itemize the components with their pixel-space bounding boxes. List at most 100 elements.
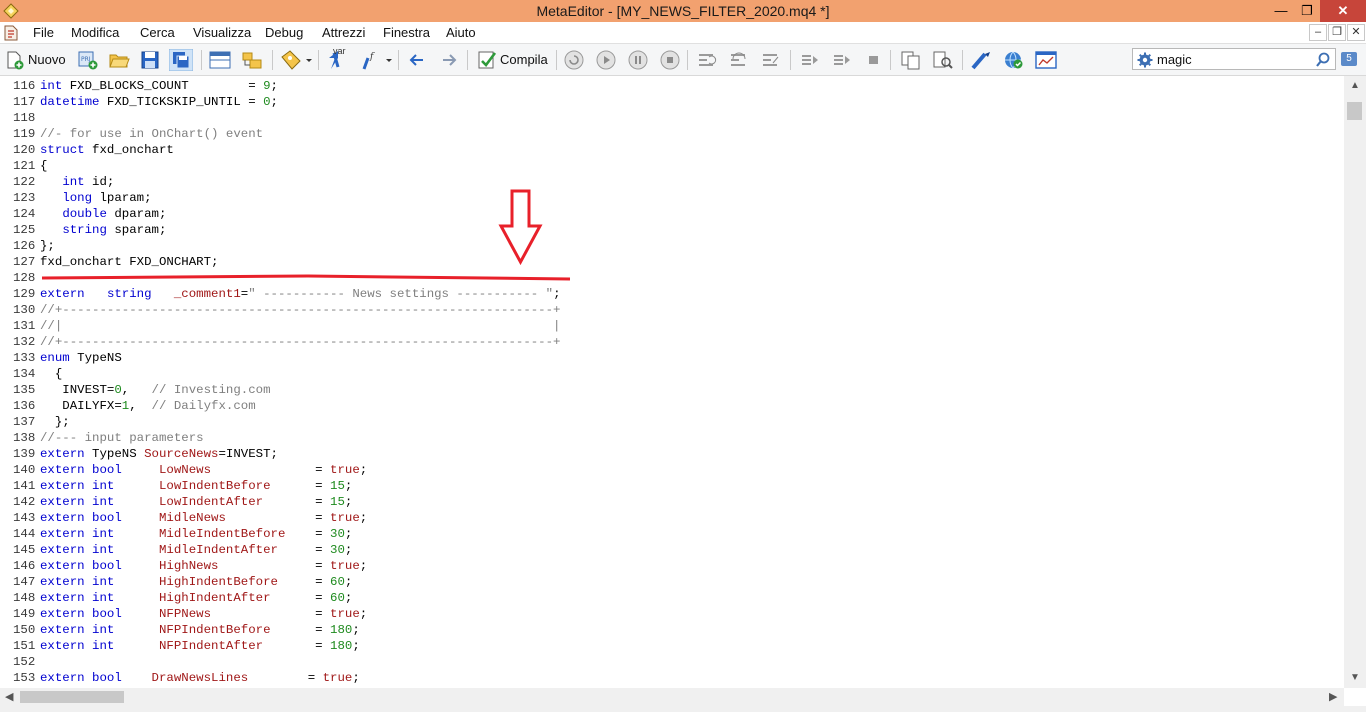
menu-cerca[interactable]: Cerca xyxy=(140,25,175,40)
toolbox-button[interactable] xyxy=(240,49,264,71)
code-line[interactable]: 126}; xyxy=(0,238,55,254)
compile-button-label[interactable]: Compila xyxy=(500,52,548,67)
code-line[interactable]: 141 extern int LowIndentBefore = 15; xyxy=(0,478,352,494)
remove-breakpoints-button[interactable] xyxy=(863,49,885,71)
start-debug-button[interactable] xyxy=(595,49,617,71)
code-line[interactable]: 144 extern int MidleIndentBefore = 30; xyxy=(0,526,352,542)
save-button[interactable] xyxy=(139,49,161,71)
mdi-minimize-button[interactable]: – xyxy=(1309,24,1327,41)
save-all-button[interactable] xyxy=(169,49,193,71)
code-line[interactable]: 136 DAILYFX=1, // Dailyfx.com xyxy=(0,398,256,414)
code-line[interactable]: 150 extern int NFPIndentBefore = 180; xyxy=(0,622,360,638)
terminal-button[interactable] xyxy=(1034,49,1058,71)
code-line[interactable]: 145 extern int MidleIndentAfter = 30; xyxy=(0,542,352,558)
code-line[interactable]: 116 int FXD_BLOCKS_COUNT = 9; xyxy=(0,78,278,94)
close-button[interactable]: ✕ xyxy=(1320,0,1366,22)
scroll-up-arrow-icon[interactable]: ▲ xyxy=(1350,80,1360,91)
code-line[interactable]: 128 xyxy=(0,270,40,286)
code-token: }; xyxy=(40,415,70,429)
scroll-down-arrow-icon[interactable]: ▼ xyxy=(1350,672,1360,683)
document-icon[interactable] xyxy=(4,25,18,41)
scroll-right-arrow-icon[interactable]: ▶ xyxy=(1329,690,1337,703)
pause-debug-button[interactable] xyxy=(627,49,649,71)
code-line[interactable]: 129 extern string _comment1=" -----------… xyxy=(0,286,561,302)
style-dropdown-button[interactable] xyxy=(279,49,313,71)
code-line[interactable]: 131 //| | xyxy=(0,318,561,334)
horizontal-scroll-thumb[interactable] xyxy=(20,691,124,703)
code-token: true xyxy=(322,671,353,685)
code-line[interactable]: 123 long lparam; xyxy=(0,190,152,206)
step-out-button[interactable] xyxy=(759,49,783,71)
code-line[interactable]: 152 xyxy=(0,654,40,670)
code-line[interactable]: 149 extern bool NFPNews = true; xyxy=(0,606,367,622)
code-token: extern bool xyxy=(40,463,122,477)
forward-button[interactable] xyxy=(439,49,459,71)
menu-attrezzi[interactable]: Attrezzi xyxy=(322,25,365,40)
add-watch-button[interactable] xyxy=(799,49,821,71)
code-line[interactable]: 148 extern int HighIndentAfter = 60; xyxy=(0,590,352,606)
find-in-files-button[interactable] xyxy=(931,49,955,71)
search-results-count-badge[interactable]: 5 xyxy=(1341,52,1357,66)
brush-icon xyxy=(971,52,990,70)
market-button[interactable] xyxy=(1002,49,1026,71)
menu-visualizza[interactable]: Visualizza xyxy=(193,25,251,40)
code-line[interactable]: 138 //--- input parameters xyxy=(0,430,204,446)
code-line[interactable]: 119 //- for use in OnChart() event xyxy=(0,126,263,142)
scroll-left-arrow-icon[interactable]: ◀ xyxy=(5,690,13,703)
menu-file[interactable]: File xyxy=(33,25,54,40)
metaquotes-tools-button[interactable] xyxy=(969,49,993,71)
insert-function-button[interactable]: f xyxy=(359,49,395,71)
open-button[interactable] xyxy=(108,49,130,71)
code-line[interactable]: 121 { xyxy=(0,158,47,174)
code-line[interactable]: 130 //+----------------------------------… xyxy=(0,302,561,318)
minimize-button[interactable]: — xyxy=(1268,0,1294,22)
search-icon[interactable] xyxy=(1315,52,1331,68)
code-line[interactable]: 127 fxd_onchart FXD_ONCHART; xyxy=(0,254,218,270)
new-button[interactable] xyxy=(5,49,25,71)
horizontal-scrollbar[interactable]: ◀ ▶ xyxy=(0,688,1344,706)
step-over-button[interactable] xyxy=(727,49,751,71)
new-project-button[interactable]: PRJ xyxy=(77,49,99,71)
code-line[interactable]: 147 extern int HighIndentBefore = 60; xyxy=(0,574,352,590)
toggle-breakpoint-button[interactable] xyxy=(831,49,853,71)
code-line[interactable]: 151 extern int NFPIndentAfter = 180; xyxy=(0,638,360,654)
step-into-button[interactable] xyxy=(695,49,719,71)
mdi-restore-button[interactable]: ❐ xyxy=(1328,24,1346,41)
code-token: //| | xyxy=(40,319,561,333)
code-line[interactable]: 135 INVEST=0, // Investing.com xyxy=(0,382,271,398)
menu-aiuto[interactable]: Aiuto xyxy=(446,25,476,40)
vertical-scroll-thumb[interactable] xyxy=(1347,102,1362,120)
code-line[interactable]: 143 extern bool MidleNews = true; xyxy=(0,510,367,526)
code-line[interactable]: 142 extern int LowIndentAfter = 15; xyxy=(0,494,352,510)
code-line[interactable]: 140 extern bool LowNews = true; xyxy=(0,462,367,478)
code-line[interactable]: 137 }; xyxy=(0,414,70,430)
stop-debug-button[interactable] xyxy=(659,49,681,71)
code-line[interactable]: 122 int id; xyxy=(0,174,114,190)
profile-button[interactable] xyxy=(899,49,923,71)
menu-finestra[interactable]: Finestra xyxy=(383,25,430,40)
vertical-scrollbar[interactable]: ▲ ▼ xyxy=(1344,76,1366,688)
mdi-close-button[interactable]: ✕ xyxy=(1347,24,1365,41)
code-line[interactable]: 153 extern bool DrawNewsLines = true; xyxy=(0,670,360,686)
menu-modifica[interactable]: Modifica xyxy=(71,25,119,40)
start-real-data-button[interactable] xyxy=(563,49,585,71)
code-line[interactable]: 139 extern TypeNS SourceNews=INVEST; xyxy=(0,446,278,462)
maximize-button[interactable]: ❐ xyxy=(1294,0,1320,22)
code-line[interactable]: 125 string sparam; xyxy=(0,222,166,238)
code-line[interactable]: 146 extern bool HighNews = true; xyxy=(0,558,367,574)
code-line[interactable]: 124 double dparam; xyxy=(0,206,166,222)
gear-icon[interactable] xyxy=(1137,52,1153,68)
code-line[interactable]: 118 xyxy=(0,110,40,126)
search-input[interactable] xyxy=(1157,51,1307,67)
code-line[interactable]: 134 { xyxy=(0,366,62,382)
navigator-button[interactable] xyxy=(208,49,232,71)
compile-button[interactable] xyxy=(476,49,498,71)
back-button[interactable] xyxy=(407,49,427,71)
code-line[interactable]: 120 struct fxd_onchart xyxy=(0,142,174,158)
code-line[interactable]: 133 enum TypeNS xyxy=(0,350,122,366)
menu-debug[interactable]: Debug xyxy=(265,25,303,40)
code-line[interactable]: 117 datetime FXD_TICKSKIP_UNTIL = 0; xyxy=(0,94,278,110)
new-button-label[interactable]: Nuovo xyxy=(28,52,66,67)
code-line[interactable]: 132 //+----------------------------------… xyxy=(0,334,561,350)
code-editor[interactable]: 116 int FXD_BLOCKS_COUNT = 9; 117 datetime … xyxy=(0,76,1344,688)
